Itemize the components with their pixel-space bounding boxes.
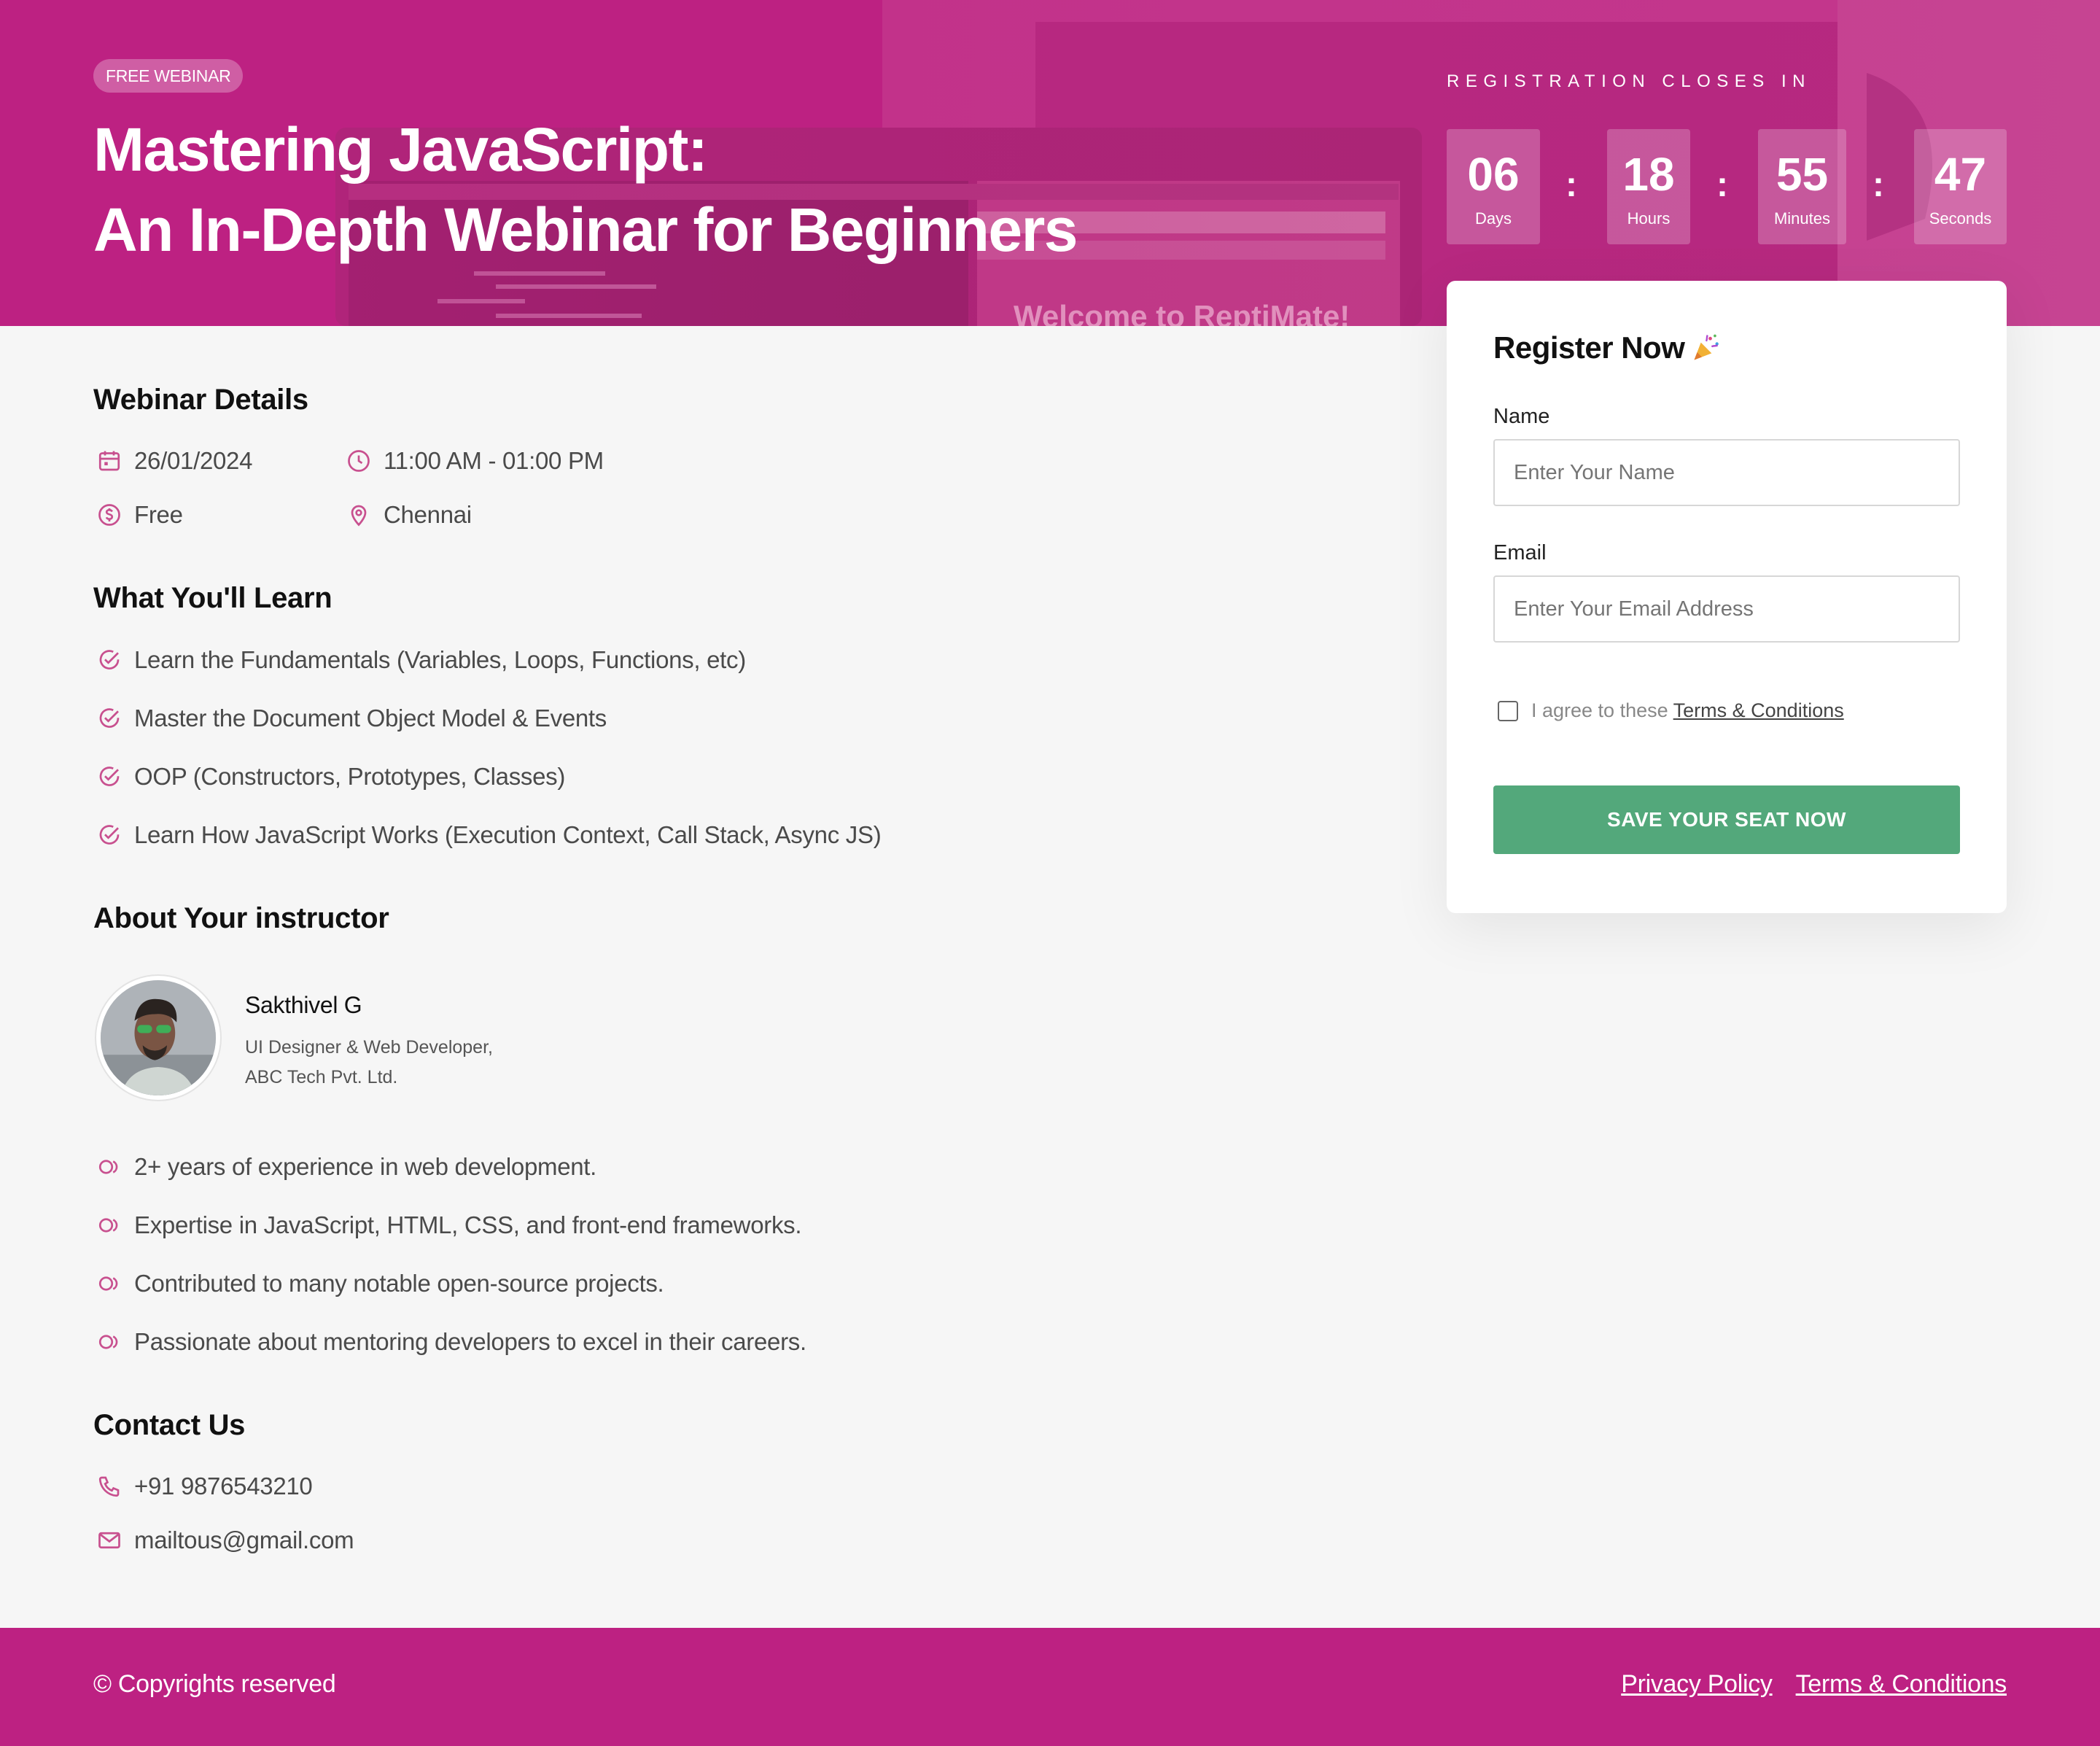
instructor-point-text: Contributed to many notable open-source … [134,1270,664,1297]
countdown-seconds-unit: Seconds [1929,209,1992,228]
learn-item: Master the Document Object Model & Event… [95,704,607,733]
register-heading: Register Now [1493,330,1722,365]
instructor-point-text: 2+ years of experience in web developmen… [134,1153,597,1180]
contact-email-text[interactable]: mailtous@gmail.com [134,1526,354,1554]
detail-price: Free [95,500,183,529]
title-line-1: Mastering JavaScript: [93,115,708,184]
instructor-point-text: Passionate about mentoring developers to… [134,1328,806,1355]
save-seat-button[interactable]: SAVE YOUR SEAT NOW [1493,785,1960,854]
detail-date: 26/01/2024 [95,446,252,476]
check-circle-icon [95,762,124,791]
learn-item-text: Master the Document Object Model & Event… [134,705,607,732]
instructor-point: Passionate about mentoring developers to… [95,1327,806,1357]
footer: © Copyrights reserved Privacy Policy Ter… [0,1628,2100,1746]
instructor-avatar [96,976,220,1100]
countdown-hours-unit: Hours [1627,209,1671,228]
terms-checkbox[interactable] [1498,700,1518,721]
learn-item-text: OOP (Constructors, Prototypes, Classes) [134,763,566,790]
clock-icon [344,446,373,476]
privacy-policy-link[interactable]: Privacy Policy [1621,1670,1773,1699]
countdown-minutes-value: 55 [1776,148,1829,201]
countdown-seconds: 47 Seconds [1914,129,2007,244]
footer-terms-link[interactable]: Terms & Conditions [1796,1670,2007,1699]
registration-card: Register Now Name Email I agree to these… [1447,281,2007,913]
countdown-label: REGISTRATION CLOSES IN [1447,71,1811,91]
detail-date-text: 26/01/2024 [134,447,253,474]
name-label: Name [1493,405,1550,428]
detail-price-text: Free [134,501,183,528]
countdown-days-value: 06 [1467,148,1520,201]
copyright-text: © Copyrights reserved [93,1670,336,1698]
terms-agreement: I agree to these Terms & Conditions [1498,699,1844,722]
email-input[interactable] [1493,575,1960,643]
countdown-days: 06 Days [1447,129,1540,244]
instructor-point: Expertise in JavaScript, HTML, CSS, and … [95,1211,802,1240]
contact-email[interactable]: mailtous@gmail.com [95,1526,354,1555]
instructor-role: UI Designer & Web Developer, ABC Tech Pv… [245,1033,493,1093]
toggle-dot-icon [95,1327,124,1357]
name-input[interactable] [1493,439,1960,506]
countdown-seconds-value: 47 [1934,148,1987,201]
party-popper-icon [1694,334,1719,360]
countdown-days-unit: Days [1474,209,1512,228]
free-webinar-badge: FREE WEBINAR [93,59,244,93]
instructor-heading: About Your instructor [93,902,389,934]
background-screen-text: Welcome to ReptiMate! [1014,299,1350,326]
page-title: Mastering JavaScript: An In-Depth Webina… [93,109,1187,270]
calendar-icon [95,446,124,476]
register-heading-text: Register Now [1493,330,1685,365]
dollar-icon [95,500,124,529]
detail-location-text: Chennai [384,501,472,528]
detail-location: Chennai [344,500,472,529]
contact-phone-text[interactable]: +91 9876543210 [134,1473,313,1500]
learn-heading: What You'll Learn [93,582,332,614]
countdown-separator: : [1716,166,1728,204]
webinar-details-heading: Webinar Details [93,384,308,416]
phone-icon [95,1472,124,1501]
location-pin-icon [344,500,373,529]
contact-phone[interactable]: +91 9876543210 [95,1472,313,1501]
countdown-hours: 18 Hours [1607,129,1690,244]
check-circle-icon [95,704,124,733]
instructor-point-text: Expertise in JavaScript, HTML, CSS, and … [134,1211,802,1238]
toggle-dot-icon [95,1269,124,1298]
instructor-name: Sakthivel G [245,992,362,1018]
instructor-company: ABC Tech Pvt. Ltd. [245,1067,398,1087]
learn-item-text: Learn the Fundamentals (Variables, Loops… [134,646,746,673]
footer-links: Privacy Policy Terms & Conditions [1621,1670,2007,1699]
countdown-minutes-unit: Minutes [1773,209,1831,228]
instructor-role-title: UI Designer & Web Developer, [245,1037,493,1058]
countdown-minutes: 55 Minutes [1758,129,1846,244]
toggle-dot-icon [95,1211,124,1240]
agree-text: I agree to these [1531,699,1668,721]
countdown-separator: : [1566,166,1577,204]
countdown-hours-value: 18 [1622,148,1675,201]
check-circle-icon [95,645,124,675]
learn-item: Learn How JavaScript Works (Execution Co… [95,820,882,850]
title-line-2: An In-Depth Webinar for Beginners [93,195,1078,264]
learn-item: Learn the Fundamentals (Variables, Loops… [95,645,746,675]
learn-item: OOP (Constructors, Prototypes, Classes) [95,762,565,791]
email-label: Email [1493,541,1547,564]
terms-link[interactable]: Terms & Conditions [1673,699,1844,722]
contact-heading: Contact Us [93,1409,246,1441]
learn-item-text: Learn How JavaScript Works (Execution Co… [134,821,882,848]
instructor-point: Contributed to many notable open-source … [95,1269,664,1298]
detail-time: 11:00 AM - 01:00 PM [344,446,604,476]
mail-icon [95,1526,124,1555]
detail-time-text: 11:00 AM - 01:00 PM [384,447,604,474]
countdown-separator: : [1872,166,1884,204]
check-circle-icon [95,820,124,850]
instructor-point: 2+ years of experience in web developmen… [95,1152,596,1182]
toggle-dot-icon [95,1152,124,1182]
hero-banner: Welcome to ReptiMate! FREE WEBINAR Maste… [0,0,2100,326]
